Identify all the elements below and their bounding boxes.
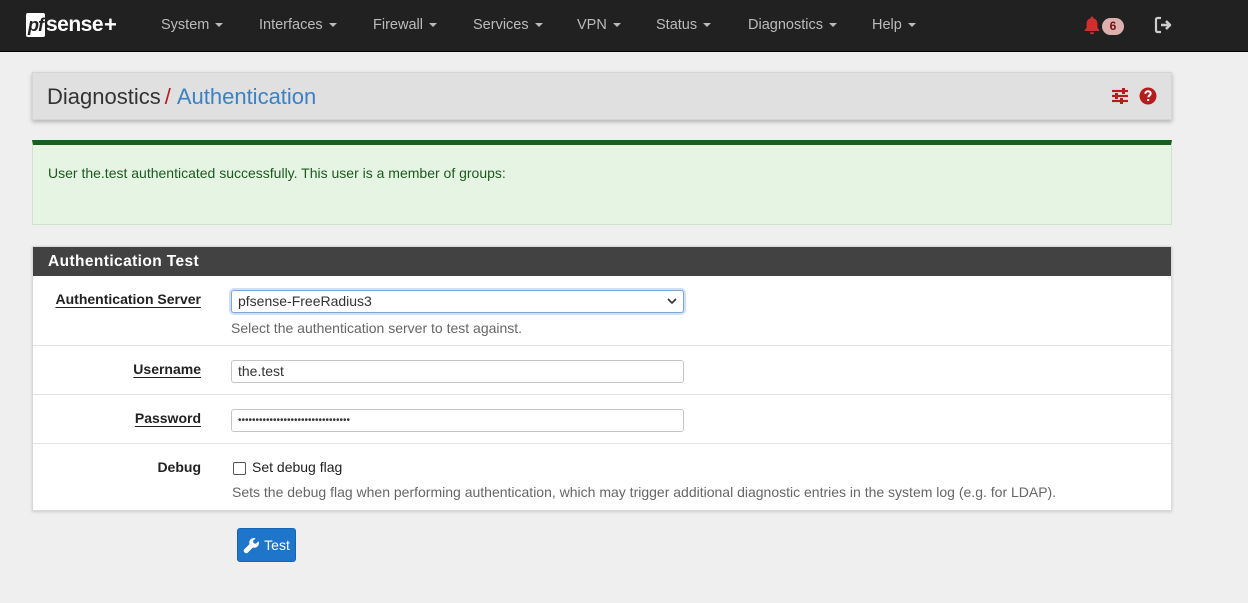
- username-row: Username the.test: [33, 345, 1171, 394]
- nav-help-label: Help: [872, 17, 902, 33]
- caret-down-icon: [534, 23, 543, 28]
- panel-title: Authentication Test: [33, 247, 1171, 276]
- caret-down-icon: [828, 23, 837, 28]
- debug-label: Debug: [157, 459, 201, 475]
- test-button[interactable]: Test: [237, 528, 296, 562]
- nav-help[interactable]: Help: [872, 0, 916, 50]
- auth-server-selected: pfsense-FreeRadius3: [238, 293, 372, 309]
- success-alert: User the.test authenticated successfully…: [32, 140, 1172, 225]
- nav-system-label: System: [161, 17, 210, 33]
- nav-firewall[interactable]: Firewall: [373, 0, 437, 50]
- username-value: the.test: [238, 363, 284, 379]
- nav-diagnostics[interactable]: Diagnostics: [748, 0, 837, 50]
- password-input[interactable]: ••••••••••••••••••••••••••••••••: [231, 409, 684, 432]
- alert-message: User the.test authenticated successfully…: [48, 165, 506, 181]
- page-title: Diagnostics / Authentication: [47, 84, 316, 110]
- debug-checkbox[interactable]: [233, 462, 246, 475]
- nav-firewall-label: Firewall: [373, 17, 423, 33]
- sliders-icon[interactable]: [1111, 87, 1129, 105]
- top-navbar: pf sense + System Interfaces Firewall Se…: [0, 0, 1248, 52]
- help-circle-icon[interactable]: [1139, 87, 1157, 105]
- nav-diagnostics-label: Diagnostics: [748, 17, 823, 33]
- nav-vpn[interactable]: VPN: [577, 0, 621, 50]
- password-value: ••••••••••••••••••••••••••••••••: [238, 415, 351, 426]
- auth-server-row: Authentication Server pfsense-FreeRadius…: [33, 276, 1171, 345]
- nav-status[interactable]: Status: [656, 0, 712, 50]
- breadcrumb-parent[interactable]: Diagnostics: [47, 84, 161, 109]
- caret-down-icon: [328, 23, 337, 28]
- breadcrumb-current[interactable]: Authentication: [177, 84, 316, 109]
- nav-status-label: Status: [656, 17, 698, 33]
- breadcrumb: Diagnostics / Authentication: [32, 72, 1172, 120]
- caret-down-icon: [907, 23, 916, 28]
- nav-vpn-label: VPN: [577, 17, 607, 33]
- password-label[interactable]: Password: [135, 410, 201, 426]
- wrench-icon: [243, 537, 260, 553]
- logout-icon[interactable]: [1153, 15, 1173, 35]
- debug-row: Debug Set debug flag Sets the debug flag…: [33, 443, 1171, 511]
- caret-down-icon: [612, 23, 621, 28]
- caret-down-icon: [703, 23, 712, 28]
- logo-sense: sense: [46, 13, 104, 36]
- logo-plus: +: [104, 12, 117, 37]
- username-input[interactable]: the.test: [231, 360, 684, 383]
- auth-server-select[interactable]: pfsense-FreeRadius3: [231, 290, 684, 313]
- chevron-down-icon: [667, 298, 677, 305]
- nav-system[interactable]: System: [161, 0, 224, 50]
- username-label[interactable]: Username: [133, 361, 201, 377]
- nav-services-label: Services: [473, 17, 529, 33]
- debug-checkbox-label[interactable]: Set debug flag: [252, 459, 342, 475]
- pfsense-logo[interactable]: pf sense +: [26, 11, 117, 39]
- test-button-label: Test: [264, 537, 290, 553]
- bell-icon[interactable]: [1083, 15, 1101, 35]
- auth-server-help: Select the authentication server to test…: [231, 320, 523, 336]
- notification-badge[interactable]: 6: [1102, 18, 1124, 35]
- auth-server-label[interactable]: Authentication Server: [56, 291, 201, 307]
- password-row: Password •••••••••••••••••••••••••••••••…: [33, 394, 1171, 443]
- nav-services[interactable]: Services: [473, 0, 543, 50]
- nav-interfaces[interactable]: Interfaces: [259, 0, 337, 50]
- debug-help: Sets the debug flag when performing auth…: [232, 484, 1057, 500]
- caret-down-icon: [215, 23, 224, 28]
- logo-pf: pf: [26, 13, 45, 37]
- nav-interfaces-label: Interfaces: [259, 17, 323, 33]
- auth-test-panel: Authentication Test Authentication Serve…: [32, 246, 1172, 511]
- caret-down-icon: [428, 23, 437, 28]
- breadcrumb-separator: /: [164, 84, 171, 109]
